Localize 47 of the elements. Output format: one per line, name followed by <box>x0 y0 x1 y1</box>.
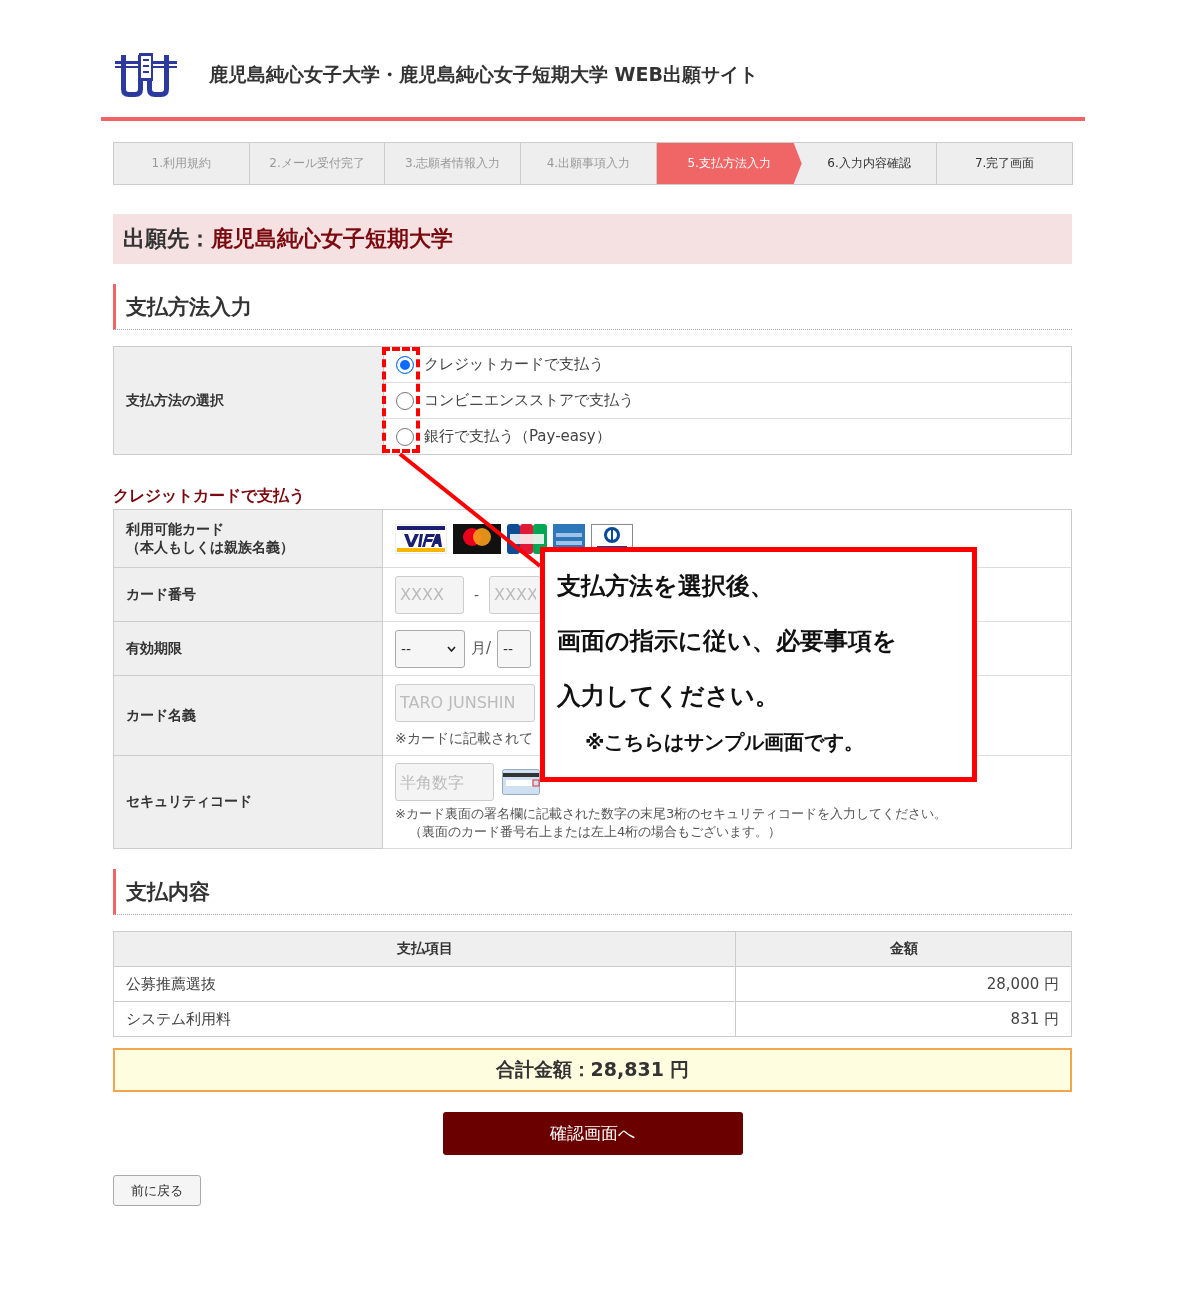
card-logo-icon <box>395 523 447 554</box>
radio-button[interactable] <box>396 391 414 410</box>
row-label: セキュリティコード <box>126 793 253 811</box>
row-label: 利用可能カード <box>126 520 225 539</box>
radio-label[interactable]: コンビニエンスストアで支払う <box>424 391 634 410</box>
row-label: 有効期限 <box>126 639 183 658</box>
row-label: カード名義 <box>126 706 197 725</box>
callout-note: ※こちらはサンプル画面です。 <box>584 729 866 756</box>
row-label: （本人もしくは親族名義） <box>126 538 295 557</box>
radio-label[interactable]: クレジットカードで支払う <box>424 355 604 374</box>
destination-name: 鹿児島純心女子短期大学 <box>211 225 453 253</box>
subsection-heading: クレジットカードで支払う <box>113 484 306 507</box>
radio-button[interactable] <box>396 355 414 374</box>
table-cell: 公募推薦選抜 <box>114 967 736 1002</box>
radio-button[interactable] <box>396 427 414 446</box>
column-header: 支払項目 <box>114 932 736 967</box>
table-cell: 831 円 <box>736 1002 1071 1037</box>
confirm-button[interactable]: 確認画面へ <box>442 1112 743 1155</box>
input-field[interactable]: 半角数字 <box>395 763 494 801</box>
callout-text: 支払方法を選択後、 <box>557 570 775 602</box>
hint-text: ※カードに記載されて <box>395 729 533 748</box>
month-select[interactable]: -- <box>395 629 465 668</box>
column-header: 金額 <box>736 932 1071 967</box>
section-heading: 支払内容 <box>113 869 1072 915</box>
section-heading: 支払方法入力 <box>113 284 1072 330</box>
year-select[interactable]: -- <box>497 629 532 668</box>
row-label: カード番号 <box>126 585 197 604</box>
destination-label: 出願先： <box>123 225 211 253</box>
total-amount: 合計金額：28,831 円 <box>113 1048 1072 1092</box>
row-label: 支払方法の選択 <box>114 347 384 454</box>
separator-text: - <box>473 586 481 603</box>
site-title: 鹿児島純心女子大学・鹿児島純心女子短期大学 WEB出願サイト <box>209 62 759 87</box>
hint-text: ※カード裏面の署名欄に記載された数字の末尾3桁のセキュリティコードを入力してください。 <box>395 805 948 823</box>
unit-text: 月/ <box>471 639 492 658</box>
chevron-down-icon <box>447 645 456 652</box>
table-cell: システム利用料 <box>114 1002 736 1037</box>
input-field[interactable]: TARO JUNSHIN <box>395 683 535 722</box>
callout-text: 入力してください。 <box>557 680 780 712</box>
hint-text: （裏面のカード番号右上または左上4桁の場合もございます。） <box>408 823 782 841</box>
card-logo-icon <box>453 523 501 554</box>
callout-text: 画面の指示に従い、必要事項を <box>557 625 898 657</box>
back-button[interactable]: 前に戻る <box>113 1175 201 1206</box>
progress-step: 5.支払方法入力 <box>655 143 802 184</box>
input-field[interactable]: XXXX <box>395 575 464 614</box>
logo-icon <box>113 51 179 99</box>
radio-label[interactable]: 銀行で支払う（Pay-easy） <box>424 427 611 446</box>
table-cell: 28,000 円 <box>736 967 1071 1002</box>
